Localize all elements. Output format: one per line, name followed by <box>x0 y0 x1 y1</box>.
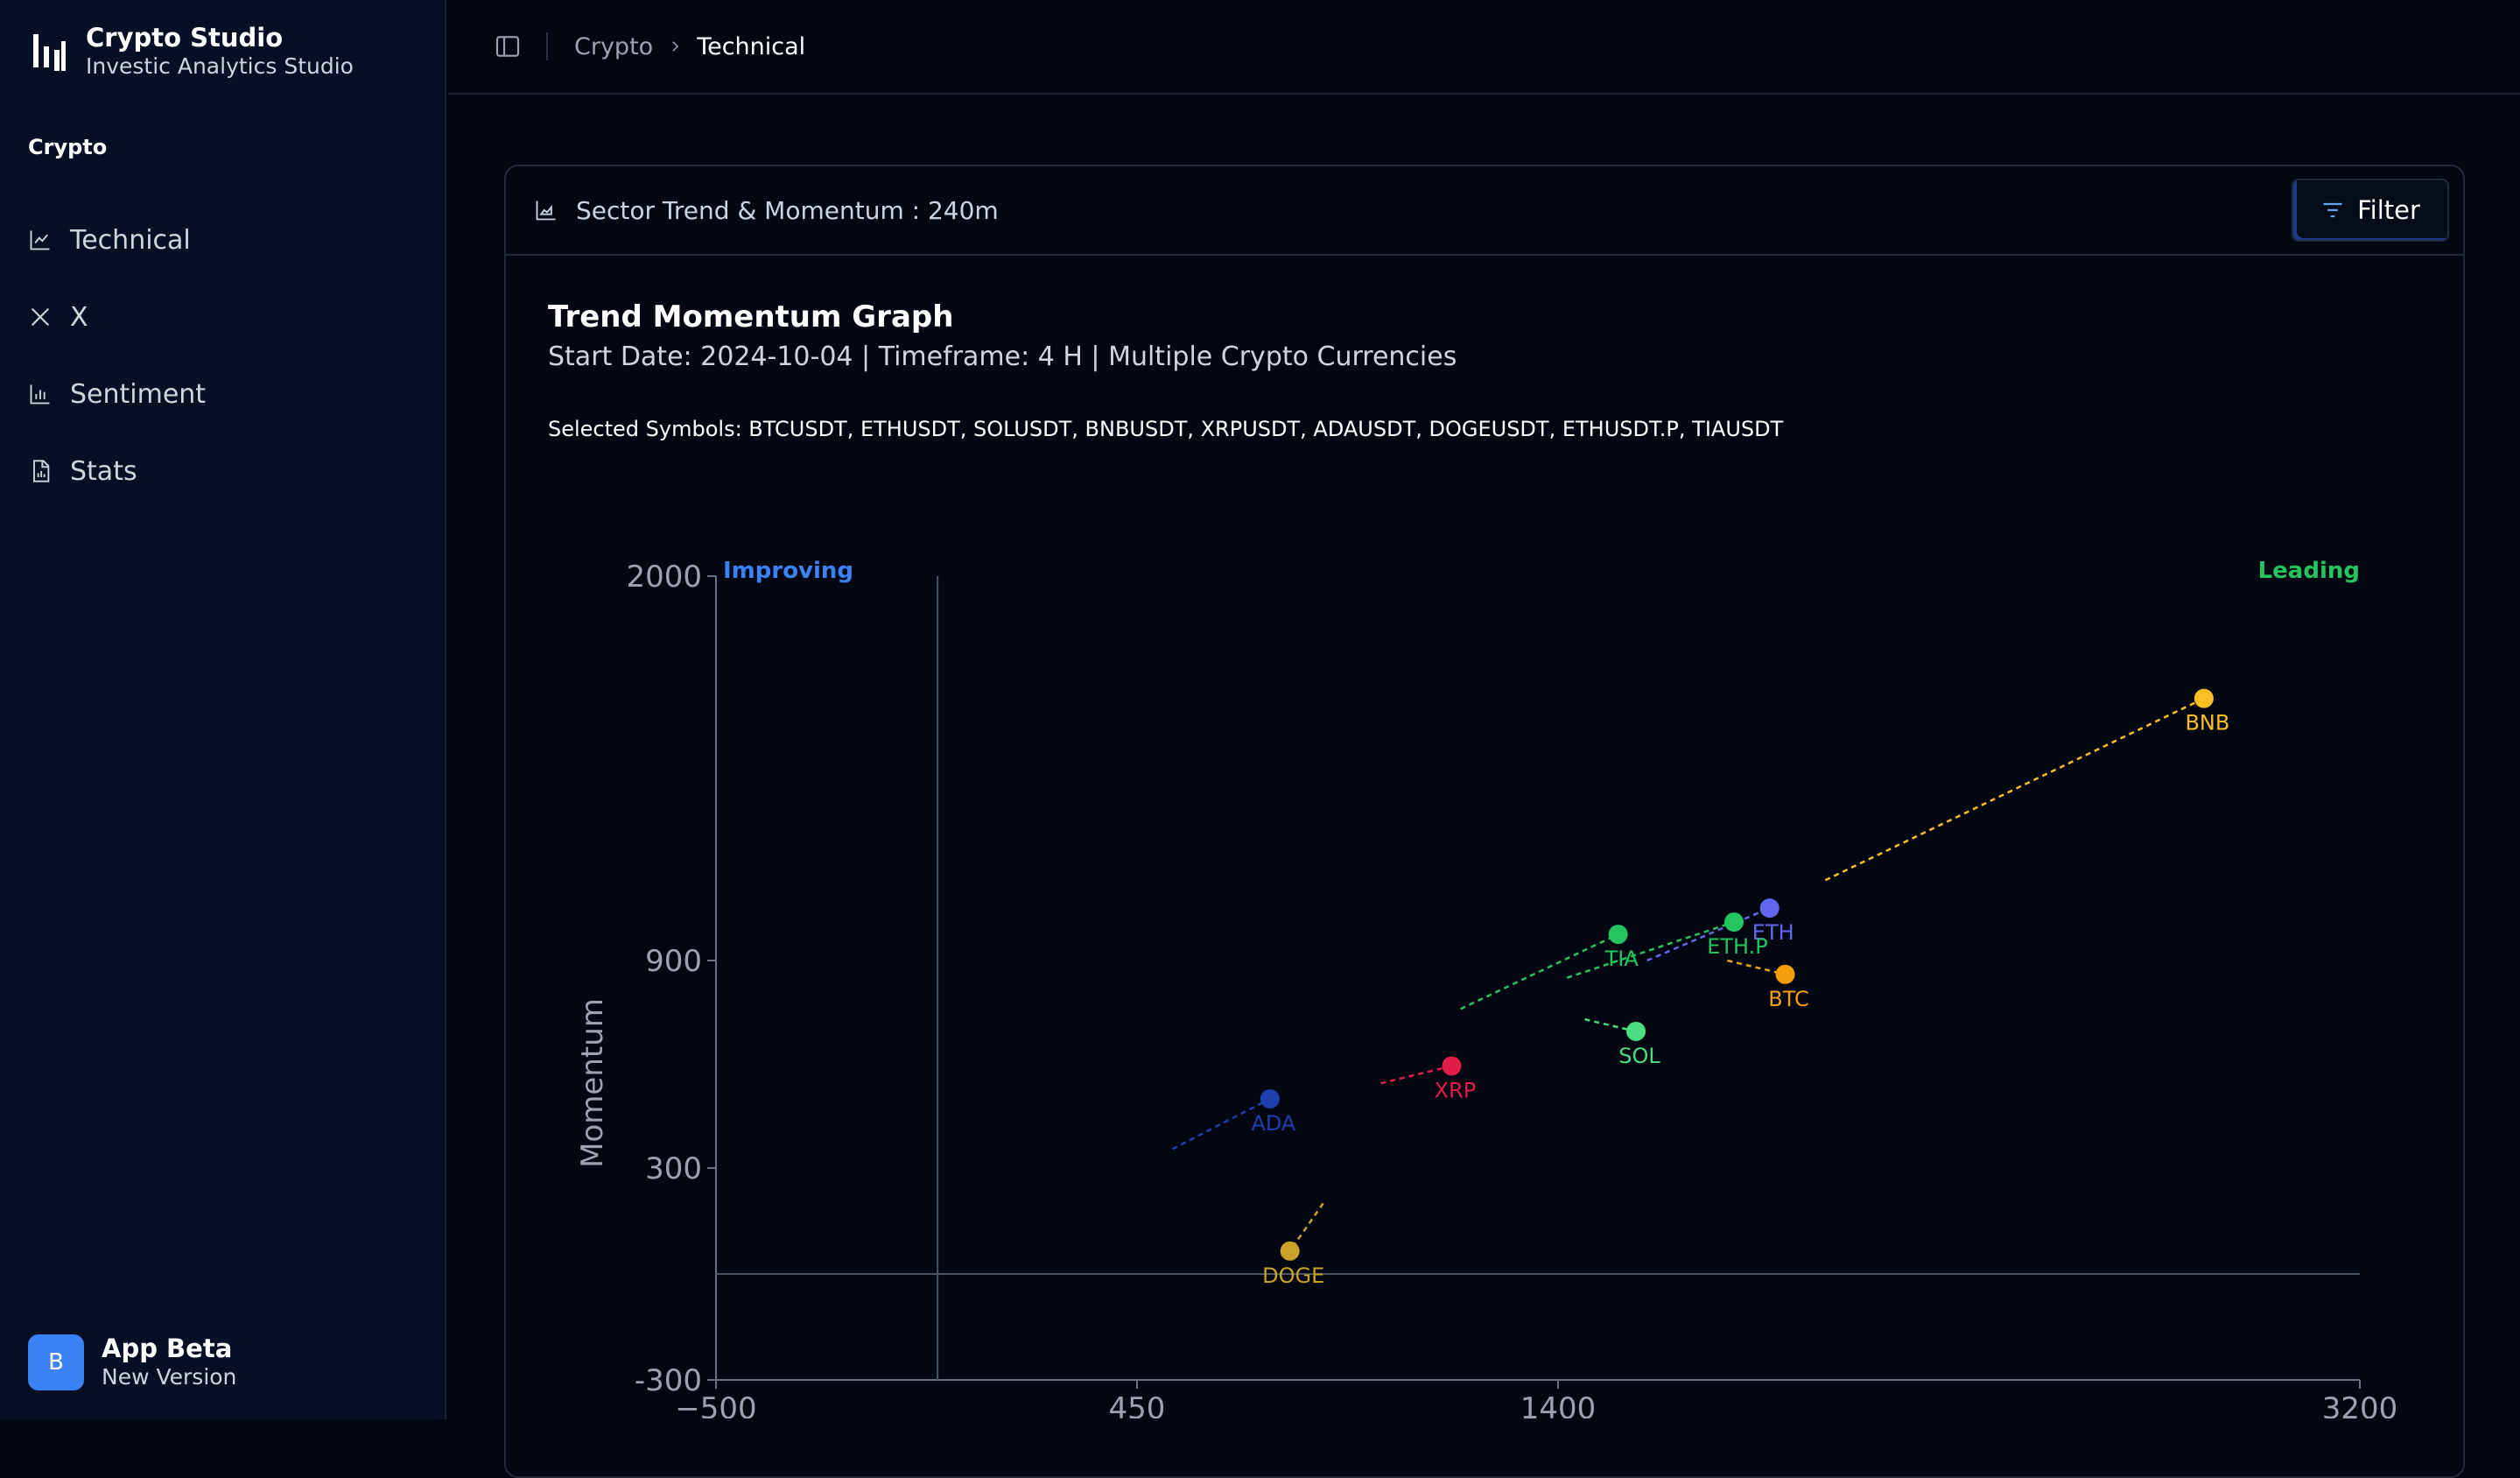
quadrant-label-improving: Improving <box>723 558 853 584</box>
sidebar-item-technical[interactable]: Technical <box>28 201 413 278</box>
x-tick-label: −500 <box>675 1391 756 1418</box>
data-point <box>1759 898 1779 918</box>
data-label: ETH.P <box>1707 934 1768 959</box>
x-logo-icon <box>31 307 50 327</box>
sidebar-item-label: Stats <box>70 455 137 487</box>
x-tick-label: 1400 <box>1520 1391 1597 1418</box>
trend-momentum-card: Sector Trend & Momentum : 240m Filter Tr… <box>504 165 2465 1478</box>
trail-line <box>1460 933 1619 1010</box>
sidebar: Crypto Studio Investic Analytics Studio … <box>0 0 446 1419</box>
data-point <box>1775 964 1795 984</box>
chevron-right-icon <box>672 41 679 52</box>
data-label: SOL <box>1618 1044 1660 1068</box>
divider <box>546 32 548 60</box>
y-axis-label: Momentum <box>575 998 610 1168</box>
data-label: DOGE <box>1262 1263 1324 1288</box>
trail-line <box>1824 697 2205 882</box>
data-point <box>1626 1021 1646 1041</box>
brand[interactable]: Crypto Studio Investic Analytics Studio <box>32 23 354 81</box>
topbar: Crypto Technical <box>448 0 2520 95</box>
brand-logo-icon <box>33 34 66 71</box>
user-name: App Beta <box>102 1334 233 1363</box>
sidebar-item-stats[interactable]: Stats <box>28 433 413 510</box>
breadcrumb: Crypto Technical <box>574 33 805 60</box>
sidebar-toggle-icon[interactable] <box>494 32 522 60</box>
brand-title: Crypto Studio <box>86 23 284 53</box>
data-point <box>1442 1056 1462 1076</box>
y-tick-label: 300 <box>645 1151 702 1186</box>
avatar: B <box>28 1334 84 1390</box>
nav-group-label: Crypto <box>28 135 108 159</box>
file-chart-icon <box>33 460 50 482</box>
data-label: TIA <box>1604 947 1639 971</box>
line-chart-icon <box>30 230 50 250</box>
bar-chart-icon <box>30 384 50 405</box>
y-tick-label: 900 <box>645 944 702 979</box>
data-point <box>1280 1241 1300 1261</box>
breadcrumb-item-technical: Technical <box>697 32 806 60</box>
sidebar-item-x[interactable]: X <box>28 278 413 355</box>
trend-momentum-chart: -3003009002000−500 450 1400 3200MomentumImp… <box>575 558 2398 1418</box>
data-label: BNB <box>2185 711 2229 735</box>
data-label: XRP <box>1435 1078 1477 1102</box>
data-point <box>1260 1089 1280 1108</box>
sidebar-item-label: X <box>70 301 88 333</box>
data-point <box>1608 925 1628 945</box>
data-label: ADA <box>1251 1111 1295 1136</box>
brand-subtitle: Investic Analytics Studio <box>86 53 354 79</box>
data-label: BTC <box>1768 987 1808 1011</box>
y-tick-label: 2000 <box>626 560 702 595</box>
sidebar-item-label: Sentiment <box>70 378 207 410</box>
sidebar-item-sentiment[interactable]: Sentiment <box>28 355 413 433</box>
user-subtitle: New Version <box>102 1364 237 1390</box>
x-tick-label: 3200 <box>2322 1391 2398 1418</box>
x-tick-label: 450 <box>1109 1391 1166 1418</box>
quadrant-label-leading: Leading <box>2258 558 2360 584</box>
sidebar-nav: Technical X Sentiment Stats <box>28 201 413 510</box>
breadcrumb-item-crypto[interactable]: Crypto <box>574 33 653 60</box>
data-point <box>2194 688 2214 708</box>
user-profile[interactable]: B App Beta New Version <box>28 1334 236 1391</box>
sidebar-item-label: Technical <box>70 224 191 256</box>
data-point <box>1724 912 1744 933</box>
